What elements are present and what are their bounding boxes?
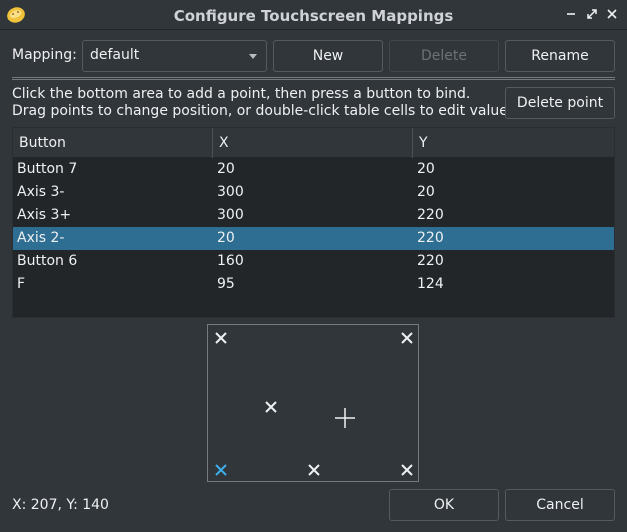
cell-x[interactable]: 300: [213, 204, 244, 227]
point-marker-icon[interactable]: [400, 331, 414, 345]
mapping-select-value: default: [90, 47, 140, 63]
column-header-x[interactable]: X: [213, 128, 413, 158]
table-row-selected[interactable]: Axis 2- 20 220: [13, 227, 614, 250]
column-header-y[interactable]: Y: [413, 128, 614, 158]
column-header-button[interactable]: Button: [13, 128, 213, 158]
instruction-line-1: Click the bottom area to add a point, th…: [12, 86, 471, 102]
window-title: Configure Touchscreen Mappings: [173, 7, 454, 25]
cell-y[interactable]: 20: [413, 158, 435, 181]
cell-x[interactable]: 20: [213, 227, 235, 250]
cancel-button[interactable]: Cancel: [505, 489, 615, 521]
cell-y[interactable]: 220: [413, 250, 444, 273]
cell-y[interactable]: 124: [413, 273, 444, 296]
cell-button[interactable]: Axis 2-: [13, 227, 64, 250]
point-marker-icon[interactable]: [400, 463, 414, 477]
minimize-icon[interactable]: [562, 5, 580, 23]
cell-button[interactable]: Button 6: [13, 250, 77, 273]
table-header: Button X Y: [13, 128, 614, 158]
cell-x[interactable]: 160: [213, 250, 244, 273]
cell-x[interactable]: 95: [213, 273, 235, 296]
delete-button[interactable]: Delete: [389, 40, 499, 72]
table-row[interactable]: Axis 3+ 300 220: [13, 204, 614, 227]
cursor-coordinates: X: 207, Y: 140: [12, 497, 109, 513]
instruction-line-2: Drag points to change position, or doubl…: [12, 103, 520, 119]
point-marker-icon[interactable]: [264, 400, 278, 414]
new-button[interactable]: New: [273, 40, 383, 72]
cell-button[interactable]: Axis 3-: [13, 181, 64, 204]
restore-icon[interactable]: [583, 5, 601, 23]
chevron-down-icon: [249, 54, 257, 59]
cell-button[interactable]: F: [13, 273, 25, 296]
crosshair-cursor-icon: [335, 408, 355, 428]
close-icon[interactable]: [603, 5, 621, 23]
cell-button[interactable]: Button 7: [13, 158, 77, 181]
touch-area[interactable]: [207, 324, 419, 482]
cell-y[interactable]: 20: [413, 181, 435, 204]
rename-button[interactable]: Rename: [505, 40, 615, 72]
ok-button[interactable]: OK: [389, 489, 499, 521]
point-marker-icon[interactable]: [307, 463, 321, 477]
table-row[interactable]: Button 6 160 220: [13, 250, 614, 273]
separator: [12, 77, 615, 80]
cell-x[interactable]: 20: [213, 158, 235, 181]
table-row[interactable]: F 95 124: [13, 273, 614, 296]
mapping-select[interactable]: default: [82, 40, 267, 72]
title-bar: Configure Touchscreen Mappings: [0, 0, 627, 30]
point-marker-icon[interactable]: [214, 331, 228, 345]
cell-y[interactable]: 220: [413, 204, 444, 227]
cell-y[interactable]: 220: [413, 227, 444, 250]
delete-point-button[interactable]: Delete point: [505, 87, 615, 119]
table-row[interactable]: Button 7 20 20: [13, 158, 614, 181]
table-row[interactable]: Axis 3- 300 20: [13, 181, 614, 204]
cell-button[interactable]: Axis 3+: [13, 204, 71, 227]
point-marker-icon[interactable]: [214, 463, 228, 477]
mapping-table[interactable]: Button X Y Button 7 20 20 Axis 3- 300 20…: [12, 127, 615, 318]
cell-x[interactable]: 300: [213, 181, 244, 204]
mapping-label: Mapping:: [12, 47, 77, 63]
